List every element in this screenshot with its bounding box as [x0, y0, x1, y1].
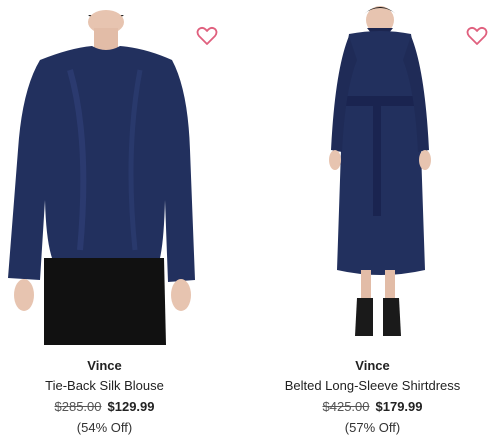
original-price: $425.00: [322, 399, 370, 414]
discount-label: (57% Off): [344, 420, 401, 435]
product-brand[interactable]: Vince: [0, 358, 229, 373]
sale-price: $179.99: [375, 399, 423, 414]
product-image[interactable]: [0, 0, 249, 350]
product-price: $285.00 $129.99: [0, 399, 229, 414]
sale-price: $129.99: [107, 399, 155, 414]
product-price: $425.00 $179.99: [248, 399, 497, 414]
product-brand[interactable]: Vince: [248, 358, 497, 373]
product-name[interactable]: Belted Long-Sleeve Shirtdress: [248, 378, 497, 393]
original-price: $285.00: [54, 399, 102, 414]
product-image[interactable]: [249, 0, 498, 350]
discount-label: (54% Off): [76, 420, 133, 435]
product-card[interactable]: Vince Belted Long-Sleeve Shirtdress $425…: [249, 0, 498, 443]
product-card[interactable]: Vince Tie-Back Silk Blouse $285.00 $129.9…: [0, 0, 249, 443]
heart-outline-icon[interactable]: [465, 24, 489, 48]
heart-outline-icon[interactable]: [195, 24, 219, 48]
product-name[interactable]: Tie-Back Silk Blouse: [0, 378, 229, 393]
